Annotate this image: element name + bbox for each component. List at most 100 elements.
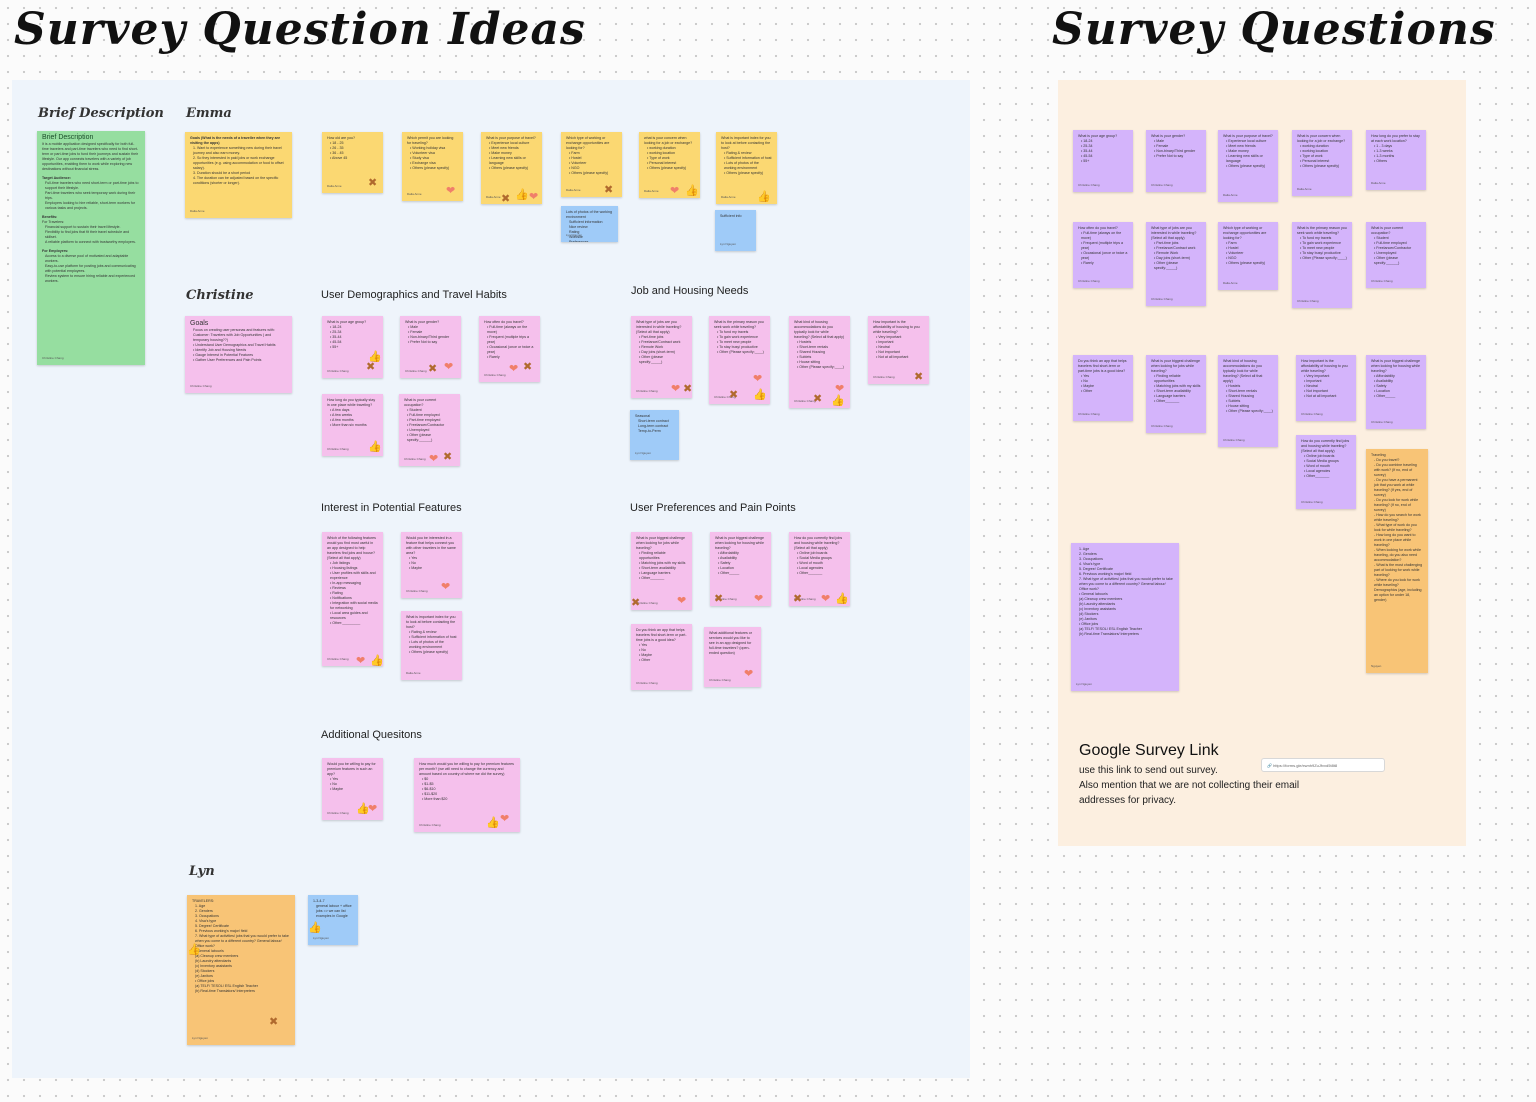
crossed-tools-sticker-icon[interactable]: ✖ bbox=[914, 372, 923, 383]
sticky-note[interactable]: What is your purpose of travel? • Experie… bbox=[1218, 130, 1278, 202]
sticky-note[interactable]: Which type of working or exchange opport… bbox=[1218, 222, 1278, 290]
sticky-note[interactable]: 1. Age 2. Genders 3. Occupations 4. Visa's … bbox=[1071, 543, 1179, 691]
heart-sticker-icon[interactable]: ❤ bbox=[529, 192, 538, 203]
sticky-note[interactable]: Goals Focus on creating user personas and… bbox=[185, 316, 292, 393]
thumbs-up-sticker-icon[interactable]: 👍 bbox=[757, 192, 771, 203]
heart-sticker-icon[interactable]: ❤ bbox=[368, 804, 377, 815]
heart-sticker-icon[interactable]: ❤ bbox=[754, 594, 763, 605]
note-title: Goals (What is the needs of a traveller … bbox=[190, 136, 281, 145]
thumbs-up-sticker-icon[interactable]: 👍 bbox=[486, 818, 500, 829]
thumbs-up-sticker-icon[interactable]: 👍 bbox=[835, 594, 849, 605]
heart-sticker-icon[interactable]: ❤ bbox=[670, 186, 679, 197]
emma-label: Emma bbox=[186, 106, 232, 121]
crossed-tools-sticker-icon[interactable]: ✖ bbox=[443, 452, 452, 463]
sticky-note[interactable]: Seasonal Short-term contract Long-term con… bbox=[630, 410, 679, 460]
heart-sticker-icon[interactable]: ❤ bbox=[753, 374, 762, 385]
heart-sticker-icon[interactable]: ❤ bbox=[446, 186, 455, 197]
sticky-note[interactable]: Sufficient info Lyn Nguyen bbox=[715, 210, 756, 251]
sticky-note[interactable]: How often do you travel? • Full-time (alw… bbox=[1073, 222, 1133, 288]
sticky-note[interactable]: 1-3-4-7 general labour + office jobs => w… bbox=[308, 895, 358, 945]
thumbs-up-sticker-icon[interactable]: 👍 bbox=[685, 186, 699, 197]
note-author: Christine Chang bbox=[406, 589, 428, 593]
crossed-tools-sticker-icon[interactable]: ✖ bbox=[428, 364, 437, 375]
sticky-note[interactable]: Would you be interested in a feature tha… bbox=[401, 532, 462, 598]
thumbs-up-sticker-icon[interactable]: 👍 bbox=[368, 442, 382, 453]
crossed-tools-sticker-icon[interactable]: ✖ bbox=[366, 362, 375, 373]
thumbs-up-sticker-icon[interactable]: 👍 bbox=[831, 396, 845, 407]
sticky-note[interactable]: Traveling - Do you travel? - Do you combin… bbox=[1366, 449, 1428, 673]
brief-benefit-item: Review system to ensure hiring reliable … bbox=[45, 274, 136, 283]
thumbs-up-sticker-icon[interactable]: 👍 bbox=[308, 923, 322, 934]
sticky-note[interactable]: What is your age group? • 18-24 • 25-34 • 3… bbox=[1073, 130, 1133, 192]
sticky-note[interactable]: What type of jobs are you interested in … bbox=[1146, 222, 1206, 306]
heart-sticker-icon[interactable]: ❤ bbox=[509, 364, 518, 375]
sticky-note[interactable]: How do you currently find jobs and housi… bbox=[1296, 435, 1356, 509]
sticky-note[interactable]: Do you think an app that helps travelers… bbox=[631, 624, 692, 690]
heart-sticker-icon[interactable]: ❤ bbox=[744, 669, 753, 680]
heart-sticker-icon[interactable]: ❤ bbox=[429, 454, 438, 465]
crossed-tools-sticker-icon[interactable]: ✖ bbox=[501, 194, 510, 205]
heart-sticker-icon[interactable]: ❤ bbox=[356, 656, 365, 667]
crossed-tools-sticker-icon[interactable]: ✖ bbox=[793, 594, 802, 605]
heart-sticker-icon[interactable]: ❤ bbox=[500, 814, 509, 825]
note-author: Dalia Anne bbox=[644, 189, 659, 193]
note-author: Christine Chang bbox=[1078, 183, 1100, 187]
crossed-tools-sticker-icon[interactable]: ✖ bbox=[729, 390, 738, 401]
thumbs-up-sticker-icon[interactable]: 👍 bbox=[370, 656, 384, 667]
note-line: • Full-time (always on the move) bbox=[1081, 231, 1122, 240]
thumbs-up-sticker-icon[interactable]: 👍 bbox=[515, 190, 529, 201]
note-title: Goals bbox=[190, 320, 209, 327]
note-title: Would you be willing to pay for premium … bbox=[327, 762, 376, 776]
thumbs-up-sticker-icon[interactable]: 👍 bbox=[753, 390, 767, 401]
note-author: Dalia Anne bbox=[1297, 187, 1312, 191]
crossed-tools-sticker-icon[interactable]: ✖ bbox=[683, 384, 692, 395]
note-author: Christine Chang bbox=[1078, 412, 1100, 416]
google-survey-line-3: addresses for privacy. bbox=[1079, 795, 1177, 806]
crossed-tools-sticker-icon[interactable]: ✖ bbox=[269, 1017, 278, 1028]
note-author: Christine Chang bbox=[1301, 412, 1323, 416]
crossed-tools-sticker-icon[interactable]: ✖ bbox=[631, 598, 640, 609]
sticky-note[interactable]: How long do you prefer to stay at each w… bbox=[1366, 130, 1426, 190]
crossed-tools-sticker-icon[interactable]: ✖ bbox=[368, 178, 377, 189]
sticky-note[interactable]: What is your biggest challenge when look… bbox=[1366, 355, 1426, 429]
sticky-note[interactable]: TRAVELERS: 1. Age 2. Genders 3. Occupations… bbox=[187, 895, 295, 1045]
heart-sticker-icon[interactable]: ❤ bbox=[444, 362, 453, 373]
google-survey-link[interactable]: 🔗 https://forms.gle/xwnh9ZuJfvxd5t8t8 bbox=[1261, 758, 1385, 772]
heart-sticker-icon[interactable]: ❤ bbox=[677, 596, 686, 607]
sticky-note[interactable]: Lots of photos of the working environmen… bbox=[561, 206, 618, 242]
heart-sticker-icon[interactable]: ❤ bbox=[835, 384, 844, 395]
section-job-housing-title: Job and Housing Needs bbox=[631, 285, 749, 297]
sticky-note[interactable]: What kind of housing accommodations do y… bbox=[1218, 355, 1278, 447]
crossed-tools-sticker-icon[interactable]: ✖ bbox=[523, 362, 532, 373]
note-author: Christine Chang bbox=[1223, 438, 1245, 442]
note-line: • Others (please specify) bbox=[569, 171, 609, 175]
sticky-note[interactable]: What is your gender? • Male • Female • Non-… bbox=[1146, 130, 1206, 192]
heart-sticker-icon[interactable]: ❤ bbox=[671, 384, 680, 395]
crossed-tools-sticker-icon[interactable]: ✖ bbox=[604, 185, 613, 196]
sticky-note[interactable]: What is your biggest challenge when look… bbox=[1146, 355, 1206, 433]
note-line: • Other_____ bbox=[718, 571, 740, 575]
note-line: • Rarely bbox=[1081, 261, 1094, 265]
thumbs-up-sticker-icon[interactable]: 👍 bbox=[187, 945, 201, 956]
sticky-note[interactable]: What is important index for you to look … bbox=[401, 611, 462, 680]
heart-sticker-icon[interactable]: ❤ bbox=[821, 594, 830, 605]
note-author: Lyn Nguyen bbox=[566, 233, 582, 237]
heart-sticker-icon[interactable]: ❤ bbox=[441, 582, 450, 593]
sticky-note[interactable]: What is your current occupation? • Studen… bbox=[1366, 222, 1426, 288]
brief-description-note[interactable]: Brief Description It is a mobile applica… bbox=[37, 131, 145, 365]
sticky-note[interactable]: Do you think an app that helps travelers… bbox=[1073, 355, 1133, 421]
sticky-note[interactable]: What is your concern when looking for a … bbox=[1292, 130, 1352, 196]
note-author: Dalia Anne bbox=[407, 192, 422, 196]
crossed-tools-sticker-icon[interactable]: ✖ bbox=[813, 394, 822, 405]
sticky-note[interactable]: Which of the following features would yo… bbox=[322, 532, 383, 666]
note-line: • Lots of photos of the working environm… bbox=[409, 640, 444, 649]
note-line: - What is the most challenging part of l… bbox=[1374, 563, 1423, 577]
note-author: Christine Chang bbox=[1151, 183, 1173, 187]
note-title: What kind of housing accommodations do y… bbox=[794, 320, 845, 339]
crossed-tools-sticker-icon[interactable]: ✖ bbox=[714, 594, 723, 605]
sticky-note[interactable]: Goals (What is the needs of a traveller … bbox=[185, 132, 292, 218]
note-author: Christine Chang bbox=[1297, 299, 1319, 303]
sticky-note[interactable]: How important is the affordability of ho… bbox=[1296, 355, 1356, 421]
sticky-note[interactable]: What is the primary reason you seek work… bbox=[1292, 222, 1352, 308]
note-line: • Rarely bbox=[487, 355, 500, 359]
